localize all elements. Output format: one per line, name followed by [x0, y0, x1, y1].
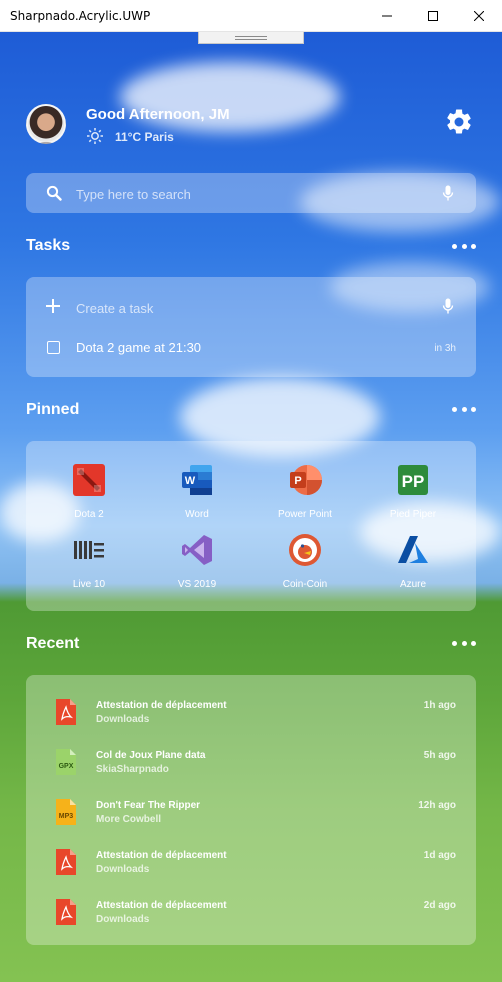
recent-file-time: 5h ago [423, 750, 456, 761]
recent-heading: Recent [26, 635, 80, 652]
title-bar: Sharpnado.Acrylic.UWP [0, 0, 502, 32]
pinned-app-powerpoint[interactable]: P Power Point [255, 463, 355, 520]
search-input[interactable] [74, 173, 438, 215]
recent-file-location: Downloads [96, 864, 150, 875]
powerpoint-icon: P [290, 465, 322, 495]
pdf-file-icon [56, 849, 76, 875]
close-button[interactable] [456, 0, 502, 32]
recent-file-name: Attestation de déplacement [96, 900, 227, 911]
task-due: in 3h [434, 343, 456, 354]
word-icon: W [182, 465, 212, 495]
pinned-app-label: Dota 2 [74, 509, 104, 520]
close-icon [474, 11, 484, 21]
pinned-app-word[interactable]: W Word [147, 463, 247, 520]
recent-file-name: Col de Joux Plane data [96, 750, 206, 761]
pinned-app-label: Power Point [278, 509, 332, 520]
list-item[interactable]: Attestation de déplacement Downloads 2d … [26, 897, 476, 947]
tasks-card: Create a task Dota 2 game at 21:30 in 3h [26, 277, 476, 377]
task-text[interactable]: Dota 2 game at 21:30 [76, 340, 201, 355]
pinned-more-button[interactable] [452, 399, 476, 419]
search-bar[interactable] [26, 173, 476, 215]
duckduckgo-icon [289, 534, 321, 566]
recent-file-location: SkiaSharpnado [96, 764, 169, 775]
list-item[interactable]: MP3 Don't Fear The Ripper More Cowbell 1… [26, 797, 476, 847]
task-checkbox[interactable] [47, 341, 60, 354]
pinned-app-label: Pied Piper [389, 509, 437, 520]
pinned-card: Dota 2 W Word P Power Point PP Pied Pipe… [26, 441, 476, 611]
pinned-app-label: Word [185, 509, 209, 520]
visual-studio-icon [182, 535, 212, 565]
recent-file-time: 12h ago [418, 800, 456, 811]
svg-text:P: P [294, 475, 301, 487]
pinned-app-label: Azure [399, 579, 427, 590]
list-item[interactable]: GPX Col de Joux Plane data SkiaSharpnado… [26, 747, 476, 797]
azure-icon [398, 536, 428, 563]
svg-text:W: W [185, 475, 196, 487]
dota2-icon [73, 464, 105, 496]
pinned-app-label: Live 10 [72, 579, 106, 590]
recent-file-time: 2d ago [423, 900, 456, 911]
tasks-heading: Tasks [26, 237, 71, 254]
pinned-app-dota2[interactable]: Dota 2 [39, 463, 139, 520]
create-task-input[interactable]: Create a task [76, 301, 153, 316]
recent-file-location: Downloads [96, 714, 150, 725]
microphone-icon[interactable] [442, 298, 454, 315]
maximize-icon [428, 11, 438, 21]
weather-text: 11°C Paris [115, 130, 174, 144]
sun-icon [87, 128, 103, 144]
maximize-button[interactable] [410, 0, 456, 32]
mp3-file-icon: MP3 [56, 799, 76, 825]
microphone-icon[interactable] [442, 185, 454, 202]
gpx-file-type: GPX [59, 763, 74, 770]
greeting-text: Good Afternoon, JM [86, 106, 230, 123]
app-window: Sharpnado.Acrylic.UWP Good Afternoon, JM… [0, 0, 502, 982]
gear-icon[interactable] [444, 107, 474, 137]
pdf-file-icon [56, 699, 76, 725]
list-item[interactable]: Attestation de déplacement Downloads 1d … [26, 847, 476, 897]
avatar[interactable] [26, 104, 66, 144]
live10-icon [74, 541, 104, 559]
pinned-heading: Pinned [26, 401, 80, 418]
recent-file-time: 1d ago [423, 850, 456, 861]
minimize-button[interactable] [364, 0, 410, 32]
pinned-app-live10[interactable]: Live 10 [39, 533, 139, 590]
minimize-icon [382, 15, 392, 17]
recent-more-button[interactable] [452, 633, 476, 653]
gpx-file-icon: GPX [56, 749, 76, 775]
plus-icon[interactable] [46, 299, 60, 313]
pdf-file-icon [56, 899, 76, 925]
pinned-app-label: Coin-Coin [282, 579, 328, 590]
recent-card: Attestation de déplacement Downloads 1h … [26, 675, 476, 945]
recent-file-time: 1h ago [423, 700, 456, 711]
pinned-app-pied-piper[interactable]: PP Pied Piper [363, 463, 463, 520]
recent-file-name: Attestation de déplacement [96, 850, 227, 861]
pinned-app-azure[interactable]: Azure [363, 533, 463, 590]
recent-file-location: Downloads [96, 914, 150, 925]
tasks-more-button[interactable] [452, 236, 476, 256]
svg-text:PP: PP [402, 472, 425, 491]
drag-grip[interactable] [198, 32, 304, 44]
pied-piper-icon: PP [398, 465, 428, 495]
pinned-app-label: VS 2019 [177, 579, 217, 590]
window-title: Sharpnado.Acrylic.UWP [10, 9, 151, 23]
recent-file-name: Don't Fear The Ripper [96, 800, 201, 811]
search-icon [46, 185, 62, 201]
pinned-app-coin-coin[interactable]: Coin-Coin [255, 533, 355, 590]
list-item[interactable]: Attestation de déplacement Downloads 1h … [26, 697, 476, 747]
pinned-app-vs2019[interactable]: VS 2019 [147, 533, 247, 590]
recent-file-location: More Cowbell [96, 814, 162, 825]
mp3-file-type: MP3 [59, 813, 74, 820]
recent-file-name: Attestation de déplacement [96, 700, 227, 711]
